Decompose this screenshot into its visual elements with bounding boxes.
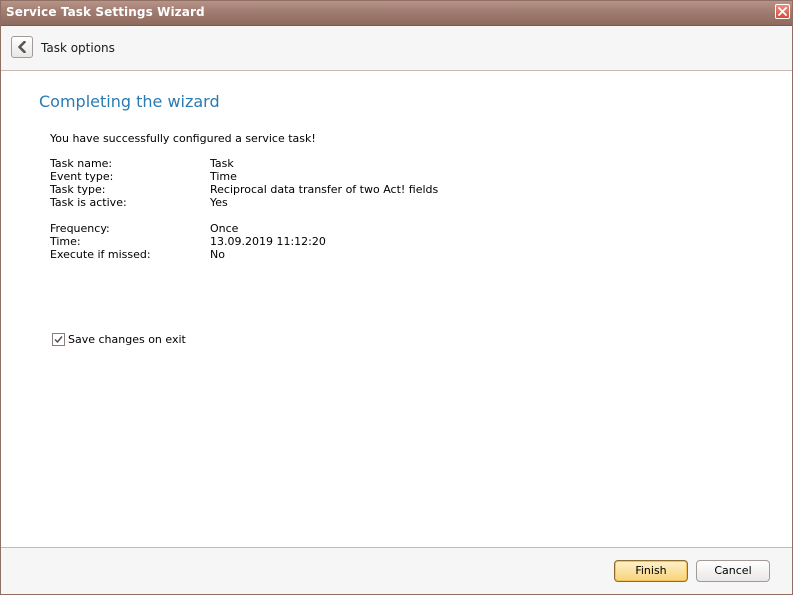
summary-label: Time: (50, 235, 81, 248)
summary-label: Task type: (50, 183, 106, 196)
summary-value: Time (210, 170, 237, 183)
wizard-nav-bar: Task options (1, 26, 792, 71)
back-button[interactable] (11, 36, 33, 58)
page-title: Completing the wizard (39, 92, 220, 111)
title-bar[interactable]: Service Task Settings Wizard (1, 1, 792, 26)
wizard-content: Completing the wizard You have successfu… (1, 71, 792, 548)
nav-title: Task options (41, 41, 115, 55)
window-title: Service Task Settings Wizard (6, 5, 205, 19)
close-icon (778, 7, 787, 16)
summary-label: Event type: (50, 170, 114, 183)
summary-label: Task is active: (50, 196, 127, 209)
summary-label: Frequency: (50, 222, 110, 235)
wizard-footer: Finish Cancel (1, 547, 792, 594)
summary-label: Execute if missed: (50, 248, 151, 261)
summary-value: Once (210, 222, 239, 235)
wizard-window: Service Task Settings Wizard Task option… (0, 0, 793, 595)
summary-value: No (210, 248, 225, 261)
summary-value: 13.09.2019 11:12:20 (210, 235, 326, 248)
chevron-left-icon (18, 41, 26, 53)
cancel-button[interactable]: Cancel (696, 560, 770, 582)
summary-label: Task name: (50, 157, 113, 170)
close-button[interactable] (775, 4, 790, 19)
save-changes-checkbox[interactable] (52, 333, 65, 346)
summary-value: Reciprocal data transfer of two Act! fie… (210, 183, 439, 196)
intro-text: You have successfully configured a servi… (50, 132, 316, 145)
finish-button[interactable]: Finish (614, 560, 688, 582)
save-changes-label[interactable]: Save changes on exit (68, 333, 186, 346)
summary-value: Task (210, 157, 234, 170)
summary-value: Yes (210, 196, 228, 209)
checkmark-icon (54, 336, 63, 344)
